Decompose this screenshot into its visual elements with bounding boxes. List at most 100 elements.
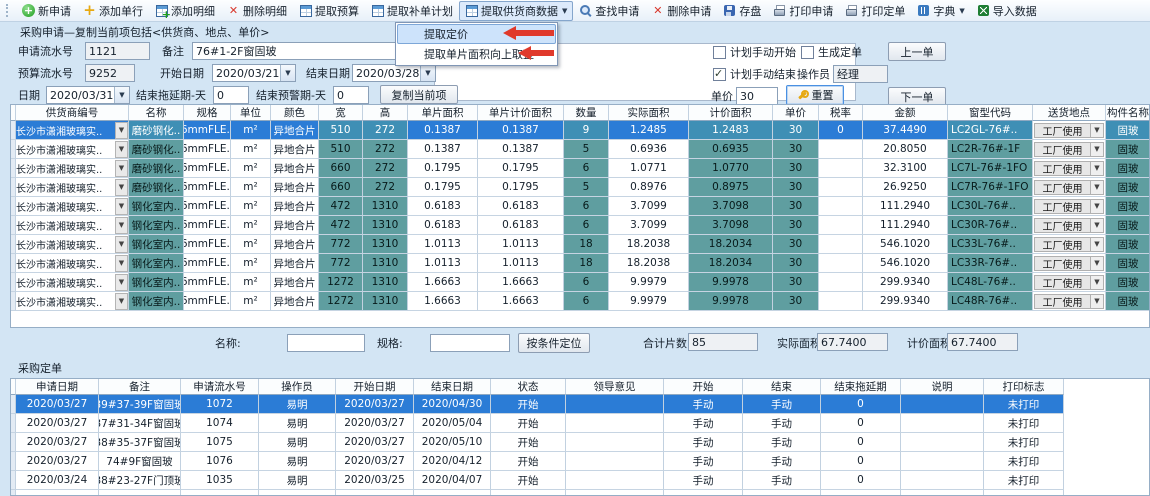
cell[interactable]: 磨砂钢化.. xyxy=(129,121,184,140)
chevron-down-icon[interactable]: ▼ xyxy=(1090,257,1103,270)
column-header[interactable]: 备注 xyxy=(99,379,181,395)
table-row[interactable]: 2020/03/2789#37-39F窗固玻1072易明2020/03/2720… xyxy=(11,395,1149,414)
cell[interactable]: 固玻 xyxy=(1106,235,1150,254)
column-header[interactable]: 打印标志 xyxy=(984,379,1064,395)
cell[interactable]: 0.8975 xyxy=(689,178,773,197)
cell[interactable]: 工厂使用▼ xyxy=(1033,216,1106,235)
cell[interactable]: 1035 xyxy=(181,471,259,490)
cell[interactable]: 1.6663 xyxy=(408,273,478,292)
cell[interactable]: 0.1795 xyxy=(408,178,478,197)
cell[interactable]: 固玻 xyxy=(1106,216,1150,235)
cell[interactable]: 手动 xyxy=(664,414,743,433)
cell[interactable]: 89#37-39F窗固玻 xyxy=(99,395,181,414)
cell[interactable]: 2020/04/30 xyxy=(414,395,491,414)
toolbar-button-4[interactable]: 删除明细 xyxy=(221,1,293,21)
start-date-select[interactable]: 2020/03/21▼ xyxy=(212,64,296,82)
cell[interactable] xyxy=(819,216,863,235)
cell[interactable]: 异地合片 xyxy=(271,140,319,159)
cell[interactable]: 2020/03/27 xyxy=(336,452,414,471)
cell[interactable]: 未打印 xyxy=(984,414,1064,433)
cell[interactable] xyxy=(901,433,984,452)
cell[interactable]: 660 xyxy=(319,159,363,178)
cell[interactable]: 0.1387 xyxy=(478,121,564,140)
chevron-down-icon[interactable]: ▼ xyxy=(114,87,129,103)
cell[interactable]: 0 xyxy=(821,414,901,433)
cell[interactable]: 易明 xyxy=(259,471,336,490)
chevron-down-icon[interactable]: ▼ xyxy=(420,65,435,81)
operator-input[interactable] xyxy=(833,65,888,83)
cell[interactable]: 1310 xyxy=(363,197,408,216)
cell[interactable]: 工厂使用▼ xyxy=(1033,235,1106,254)
cell[interactable]: 6 xyxy=(564,273,609,292)
table-row[interactable]: 长沙市潇湘玻璃实..▼钢化室内..6mmFLE..m²异地合片47213100.… xyxy=(11,216,1149,235)
cell[interactable]: 472 xyxy=(319,216,363,235)
cell[interactable]: 9.9979 xyxy=(609,292,689,311)
cell[interactable]: 开始 xyxy=(491,452,566,471)
column-header[interactable]: 申请日期 xyxy=(16,379,99,395)
cell[interactable]: 37.4490 xyxy=(863,121,948,140)
chevron-down-icon[interactable]: ▼ xyxy=(1090,124,1103,137)
budget-no-input[interactable] xyxy=(85,64,135,82)
cell[interactable]: 0.6936 xyxy=(609,140,689,159)
cell[interactable]: 固玻 xyxy=(1106,159,1150,178)
cell[interactable]: 6 xyxy=(564,292,609,311)
cell[interactable]: 6mmFLE.. xyxy=(184,197,231,216)
cell[interactable]: 开始 xyxy=(491,395,566,414)
cell[interactable]: 开始 xyxy=(491,433,566,452)
cell[interactable]: 钢化室内.. xyxy=(129,216,184,235)
column-header[interactable]: 构件名称 xyxy=(1106,105,1150,121)
chevron-down-icon[interactable]: ▼ xyxy=(1090,276,1103,289)
cell[interactable]: 长沙市潇湘玻璃实..▼ xyxy=(16,140,129,159)
chevron-down-icon[interactable]: ▼ xyxy=(115,236,128,253)
manual-end-checkbox[interactable]: 计划手动结束 xyxy=(713,66,796,82)
cell[interactable]: 1072 xyxy=(181,395,259,414)
cell[interactable]: m² xyxy=(231,254,271,273)
cell[interactable] xyxy=(566,433,664,452)
cell[interactable]: 87#31-34F窗固玻 xyxy=(99,414,181,433)
cell[interactable]: m² xyxy=(231,178,271,197)
cell[interactable]: 工厂使用▼ xyxy=(1033,197,1106,216)
cell[interactable]: 32.3100 xyxy=(863,159,948,178)
cell[interactable]: 1.0771 xyxy=(609,159,689,178)
cell[interactable]: 手动 xyxy=(743,395,821,414)
chevron-down-icon[interactable]: ▼ xyxy=(280,65,295,81)
cell[interactable] xyxy=(901,471,984,490)
cell[interactable]: m² xyxy=(231,292,271,311)
cell[interactable]: 异地合片 xyxy=(271,197,319,216)
cell[interactable] xyxy=(566,414,664,433)
cell[interactable]: 固玻 xyxy=(1106,292,1150,311)
cell[interactable]: 18.2038 xyxy=(609,254,689,273)
cell[interactable]: LC30L-76#.. xyxy=(948,197,1033,216)
cell[interactable]: 6mmFLE.. xyxy=(184,121,231,140)
cell[interactable]: 30 xyxy=(773,178,819,197)
cell[interactable]: 660 xyxy=(319,178,363,197)
cell[interactable]: 1272 xyxy=(319,292,363,311)
cell[interactable]: 88#35-37F窗固玻 xyxy=(99,433,181,452)
column-header[interactable]: 规格 xyxy=(184,105,231,121)
cell[interactable]: 2020/04/12 xyxy=(414,452,491,471)
cell[interactable]: 272 xyxy=(363,159,408,178)
cell[interactable]: 长沙市潇湘玻璃实..▼ xyxy=(16,292,129,311)
cell[interactable]: 未打印 xyxy=(984,433,1064,452)
checkbox-box[interactable] xyxy=(713,46,726,59)
column-header[interactable]: 送货地点 xyxy=(1033,105,1106,121)
column-header[interactable]: 单价 xyxy=(773,105,819,121)
cell[interactable]: 1.6663 xyxy=(478,273,564,292)
cell[interactable]: 272 xyxy=(363,178,408,197)
chevron-down-icon[interactable]: ▼ xyxy=(115,179,128,196)
cell[interactable]: 1272 xyxy=(319,273,363,292)
column-header[interactable]: 名称 xyxy=(129,105,184,121)
cell[interactable]: 2020/04/07 xyxy=(414,471,491,490)
toolbar-button-3[interactable]: 添加明细 xyxy=(149,1,221,21)
cell[interactable]: 6mmFLE.. xyxy=(184,273,231,292)
cell[interactable]: 2020/03/27 xyxy=(336,395,414,414)
locate-spec-input[interactable] xyxy=(430,334,510,352)
cell[interactable]: 0.6183 xyxy=(478,197,564,216)
cell[interactable]: 工厂使用▼ xyxy=(1033,254,1106,273)
cell[interactable]: LC7L-76#-1FO xyxy=(948,159,1033,178)
cell[interactable]: 6mmFLE.. xyxy=(184,159,231,178)
cell[interactable]: 18.2034 xyxy=(689,254,773,273)
cell[interactable]: 手动 xyxy=(664,471,743,490)
table-row[interactable]: 长沙市潇湘玻璃实..▼钢化室内..6mmFLE..m²异地合片127213101… xyxy=(11,273,1149,292)
cell[interactable]: 工厂使用▼ xyxy=(1033,121,1106,140)
